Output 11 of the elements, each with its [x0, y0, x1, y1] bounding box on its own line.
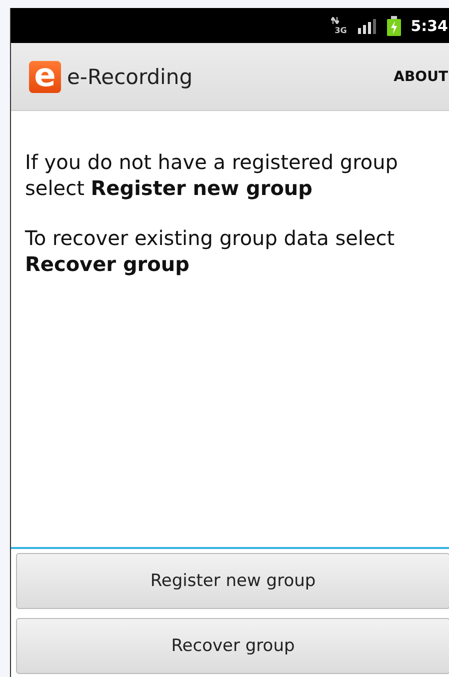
action-button[interactable]: Register new group	[16, 553, 449, 609]
instruction-text: If you do not have a registered group select Register new group	[25, 149, 399, 201]
network-type: 3G	[334, 26, 347, 34]
clock: 5:34	[410, 16, 448, 34]
signal-icon	[356, 18, 377, 34]
app-title: e-Recording	[67, 64, 194, 88]
app-logo: e	[29, 60, 61, 92]
action-button[interactable]: Recover group	[16, 618, 449, 674]
battery-icon	[386, 16, 401, 36]
instruction-text: To recover existing group data select Recover group	[25, 225, 396, 277]
about-button[interactable]: ABOUT	[386, 68, 449, 84]
